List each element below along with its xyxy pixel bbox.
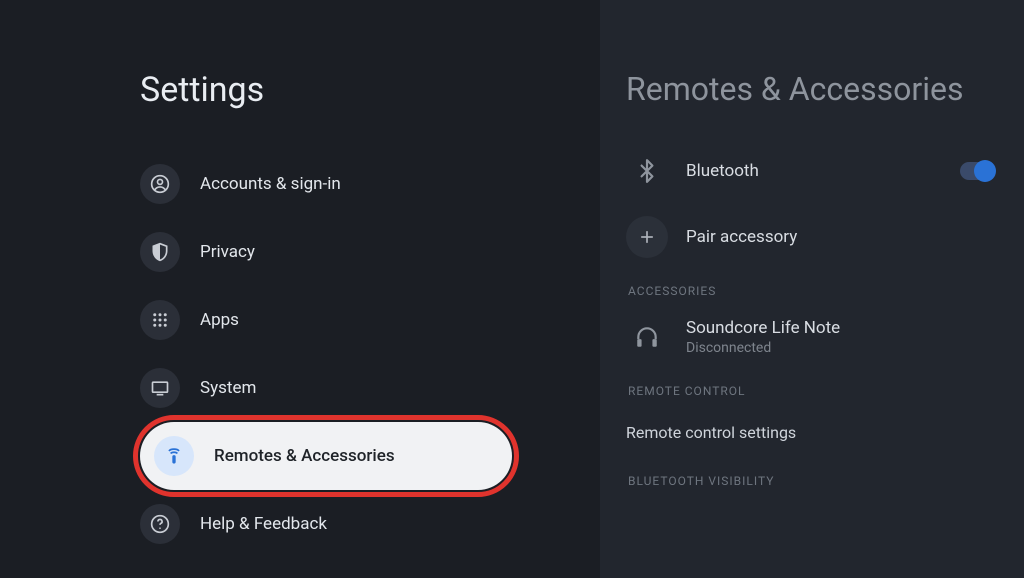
bluetooth-visibility-caption: BLUETOOTH VISIBILITY bbox=[628, 474, 1024, 488]
accessory-row[interactable]: Soundcore Life Note Disconnected bbox=[626, 304, 1024, 370]
tv-icon bbox=[140, 368, 180, 408]
remote-control-settings-row[interactable]: Remote control settings bbox=[626, 404, 1024, 460]
sidebar-item-label: System bbox=[200, 378, 256, 398]
sidebar-item-remotes-accessories[interactable]: Remotes & Accessories bbox=[140, 422, 512, 490]
bluetooth-row[interactable]: Bluetooth bbox=[626, 138, 1024, 204]
sidebar-item-privacy[interactable]: Privacy bbox=[140, 218, 600, 286]
accessories-caption: ACCESSORIES bbox=[628, 284, 1024, 298]
sidebar-item-help[interactable]: Help & Feedback bbox=[140, 490, 600, 558]
account-icon bbox=[140, 164, 180, 204]
remote-icon bbox=[154, 436, 194, 476]
help-icon bbox=[140, 504, 180, 544]
detail-panel: Remotes & Accessories Bluetooth Pair acc… bbox=[600, 0, 1024, 578]
remote-settings-label: Remote control settings bbox=[626, 423, 796, 442]
pair-label: Pair accessory bbox=[686, 227, 797, 247]
bluetooth-label: Bluetooth bbox=[686, 161, 759, 181]
sidebar-item-label: Help & Feedback bbox=[200, 514, 327, 534]
accessory-status: Disconnected bbox=[686, 340, 840, 356]
sidebar-item-label: Accounts & sign-in bbox=[200, 174, 341, 194]
sidebar-item-label: Privacy bbox=[200, 242, 255, 262]
sidebar-item-system[interactable]: System bbox=[140, 354, 600, 422]
accessory-name: Soundcore Life Note bbox=[686, 318, 840, 338]
bluetooth-toggle[interactable] bbox=[960, 162, 994, 180]
page-title: Settings bbox=[140, 70, 600, 110]
apps-icon bbox=[140, 300, 180, 340]
sidebar-item-apps[interactable]: Apps bbox=[140, 286, 600, 354]
settings-nav-list: Accounts & sign-in Privacy Apps System R… bbox=[140, 150, 600, 558]
sidebar-item-accounts[interactable]: Accounts & sign-in bbox=[140, 150, 600, 218]
plus-icon bbox=[626, 216, 668, 258]
bluetooth-icon bbox=[626, 150, 668, 192]
headphones-icon bbox=[626, 316, 668, 358]
remote-control-caption: REMOTE CONTROL bbox=[628, 384, 1024, 398]
sidebar-item-label: Remotes & Accessories bbox=[214, 446, 395, 466]
shield-icon bbox=[140, 232, 180, 272]
detail-title: Remotes & Accessories bbox=[626, 70, 1024, 108]
detail-list: Bluetooth Pair accessory ACCESSORIES Sou… bbox=[626, 138, 1024, 488]
settings-sidebar: Settings Accounts & sign-in Privacy Apps… bbox=[0, 0, 600, 578]
pair-accessory-row[interactable]: Pair accessory bbox=[626, 204, 1024, 270]
sidebar-item-label: Apps bbox=[200, 310, 239, 330]
